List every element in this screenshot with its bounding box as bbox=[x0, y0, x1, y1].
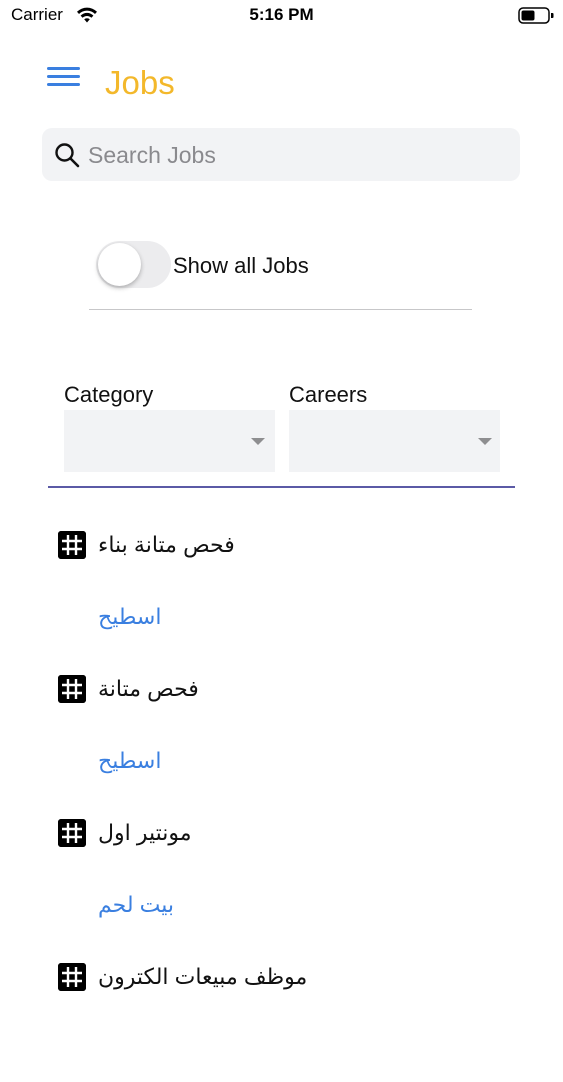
battery-icon bbox=[518, 7, 554, 24]
toggle-label: Show all Jobs bbox=[173, 253, 309, 278]
careers-label: Careers bbox=[289, 382, 368, 407]
search-input[interactable] bbox=[88, 137, 508, 173]
hashtag-icon bbox=[58, 963, 86, 991]
chevron-down-icon bbox=[251, 438, 265, 445]
filter-divider bbox=[48, 486, 515, 488]
page-title: Jobs bbox=[105, 64, 175, 101]
category-select[interactable] bbox=[64, 410, 275, 472]
toggle-knob[interactable] bbox=[98, 243, 141, 286]
job-title: مونتير اول bbox=[98, 820, 192, 845]
divider bbox=[89, 309, 472, 310]
job-title: فحص متانة بناء bbox=[98, 532, 235, 557]
hamburger-menu-icon[interactable] bbox=[44, 64, 82, 90]
job-location: اسطيح bbox=[98, 604, 162, 629]
hashtag-icon bbox=[58, 819, 86, 847]
search-icon bbox=[55, 143, 80, 168]
status-time: 5:16 PM bbox=[249, 5, 314, 24]
job-list-item[interactable]: موظف مبيعات الكترون bbox=[0, 942, 563, 1082]
job-list-item[interactable]: مونتير اول بيت لحم bbox=[0, 798, 563, 938]
chevron-down-icon bbox=[478, 438, 492, 445]
job-location: اسطيح bbox=[98, 748, 162, 773]
job-location: بيت لحم bbox=[98, 892, 175, 917]
hashtag-icon bbox=[58, 675, 86, 703]
hashtag-icon bbox=[58, 531, 86, 559]
job-list-item[interactable]: فحص متانة بناء اسطيح bbox=[0, 510, 563, 650]
job-list-item[interactable]: فحص متانة اسطيح bbox=[0, 654, 563, 794]
careers-select[interactable] bbox=[289, 410, 500, 472]
category-label: Category bbox=[64, 382, 154, 407]
job-title: فحص متانة bbox=[98, 676, 199, 701]
job-title: موظف مبيعات الكترون bbox=[98, 964, 308, 989]
